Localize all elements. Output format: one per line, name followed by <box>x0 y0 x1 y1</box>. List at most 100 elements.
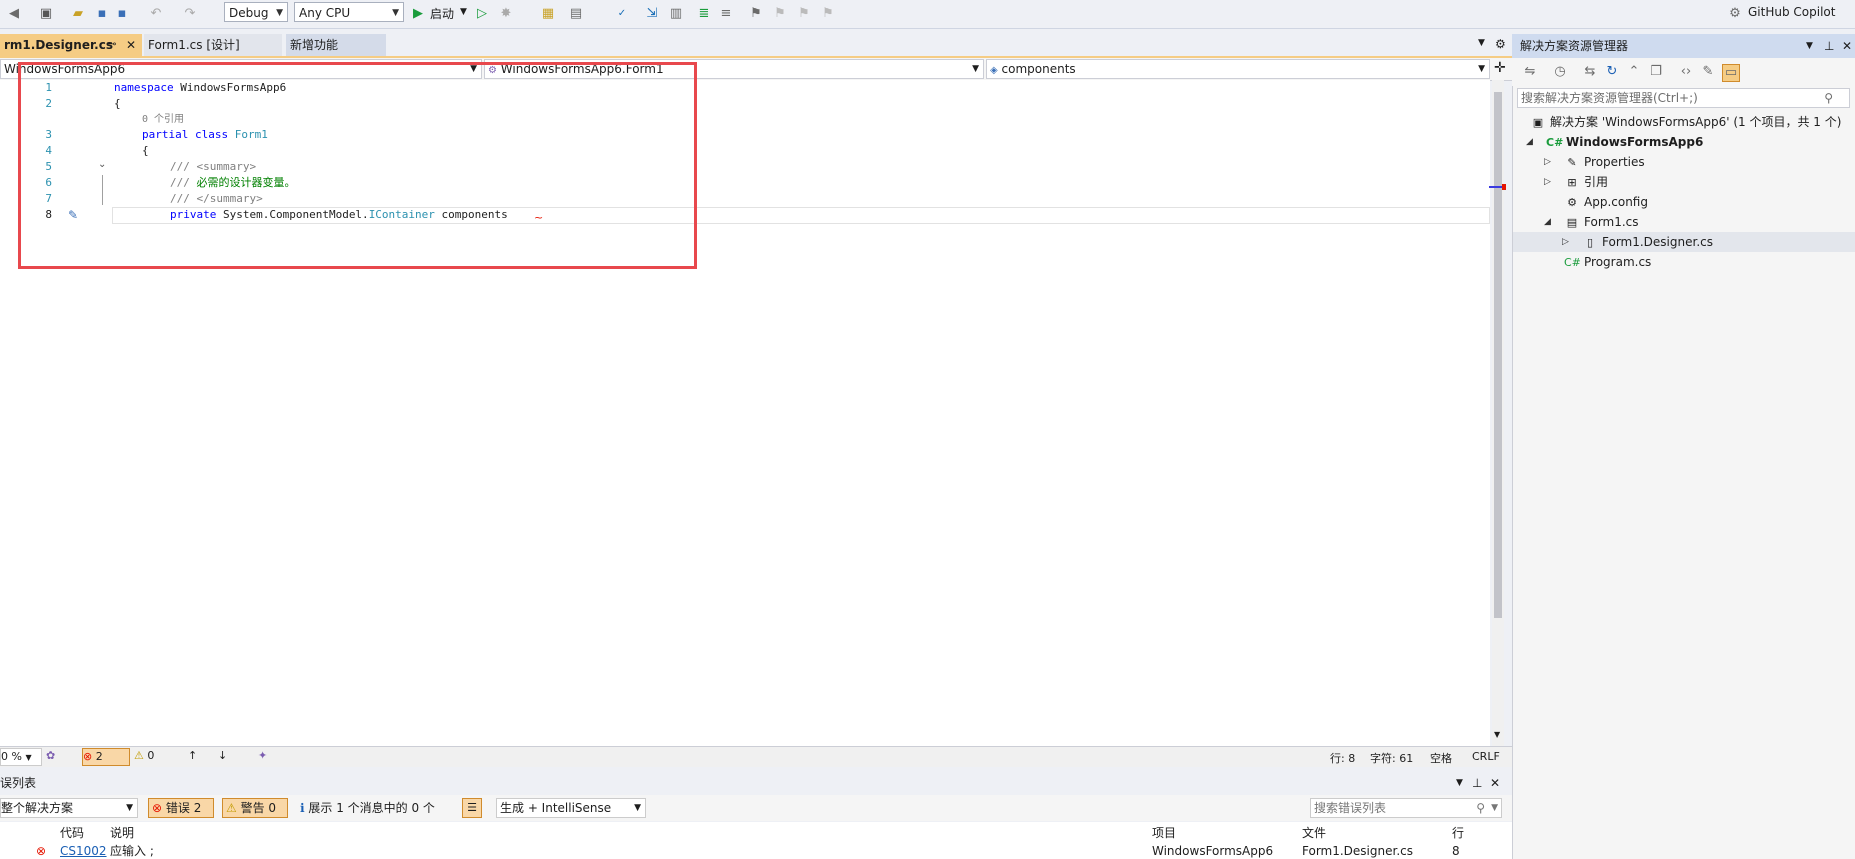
member-dropdown[interactable]: ◈ components ▼ <box>986 59 1490 79</box>
tree-item-solution[interactable]: ▣ 解决方案 'WindowsFormsApp6' (1 个项目，共 1 个) <box>1530 112 1842 132</box>
open-folder-icon[interactable]: ▰ <box>70 6 86 22</box>
back-icon[interactable]: ◀ <box>6 6 22 22</box>
chevron-down-icon[interactable]: ◢ <box>1544 212 1551 232</box>
start-without-debug-icon[interactable]: ▷ <box>474 6 490 22</box>
column-header-desc[interactable]: 说明 <box>110 822 134 844</box>
column-header-file[interactable]: 文件 <box>1302 822 1326 844</box>
table-row[interactable]: ⊗ CS1002 应输入 ; WindowsFormsApp6 Form1.De… <box>0 844 1512 859</box>
messages-filter-button[interactable]: ℹ 展示 1 个消息中的 0 个 <box>300 798 460 818</box>
eol-indicator[interactable]: CRLF <box>1472 750 1500 763</box>
platform-select[interactable]: Any CPU ▼ <box>294 2 404 22</box>
tree-item-form1-designer[interactable]: ▯ Form1.Designer.cs <box>1582 232 1713 252</box>
preview-icon[interactable]: ▭ <box>1722 64 1740 82</box>
search-icon: ⚲ <box>1824 91 1833 105</box>
scrollbar-thumb[interactable] <box>1494 92 1502 618</box>
copilot-button[interactable]: GitHub Copilot <box>1748 5 1835 19</box>
column-header-line[interactable]: 行 <box>1452 822 1464 844</box>
chevron-down-icon[interactable]: ▼ <box>1806 34 1813 58</box>
chevron-right-icon[interactable]: ▷ <box>1544 172 1551 192</box>
next-issue-icon[interactable]: ↓ <box>218 749 227 762</box>
play-icon[interactable]: ▶ <box>410 6 426 22</box>
code-editor[interactable]: 1 2 3 4 5 6 7 8 ⌄ ✎ namespace WindowsFor… <box>0 62 1490 746</box>
whitespace-indicator[interactable]: 空格 <box>1430 750 1452 766</box>
health-icon[interactable]: ✿ <box>46 749 55 762</box>
start-button[interactable]: 启动 <box>430 5 454 22</box>
tab-list-icon[interactable]: ▼ <box>1478 38 1485 48</box>
zoom-select[interactable]: 0 % ▼ <box>0 748 42 766</box>
close-icon[interactable]: ✕ <box>1842 34 1852 58</box>
error-count-badge[interactable]: ⊗ 2 <box>82 748 130 766</box>
pending-changes-icon[interactable]: ◷ <box>1552 64 1568 80</box>
solution-explorer-title: 解决方案资源管理器 <box>1520 39 1629 53</box>
error-code-link[interactable]: CS1002 <box>60 844 107 859</box>
properties-icon[interactable]: ✎ <box>1700 64 1716 80</box>
build-filter-dropdown[interactable]: 生成 + IntelliSense ▼ <box>496 798 646 818</box>
chevron-right-icon[interactable]: ▷ <box>1562 232 1569 252</box>
view-code-icon[interactable]: ‹› <box>1678 64 1694 80</box>
error-list-header: 误列表 ▼ ⊥ ✕ <box>0 772 1512 794</box>
switch-views-icon[interactable]: ⇋ <box>1522 64 1538 80</box>
window-icon[interactable]: ▥ <box>668 6 684 22</box>
tree-item-properties[interactable]: ✎ Properties <box>1564 152 1644 172</box>
chevron-right-icon[interactable]: ▷ <box>1544 152 1551 172</box>
char-indicator[interactable]: 字符: 61 <box>1370 750 1413 766</box>
toolbox-icon[interactable]: ▦ <box>540 6 556 22</box>
warnings-filter-button[interactable]: ⚠ 警告 0 <box>222 798 288 818</box>
code-cleanup-icon[interactable]: ✦ <box>258 749 267 762</box>
solution-explorer-toolbar: ⇋ ◷ ⇆ ↻ ⌃ ❐ ‹› ✎ ▭ <box>1512 58 1855 86</box>
clear-bookmarks-icon[interactable]: ⚑ <box>820 6 836 22</box>
split-icon[interactable]: ✛ <box>1494 60 1506 76</box>
tab-form1-design[interactable]: Form1.cs [设计] <box>144 34 282 56</box>
save-icon[interactable]: ▪ <box>94 6 110 22</box>
hot-reload-icon[interactable]: ✸ <box>498 6 514 22</box>
scroll-down-icon[interactable]: ▼ <box>1494 730 1500 739</box>
close-icon[interactable]: ✕ <box>1490 772 1500 794</box>
tab-whats-new[interactable]: 新增功能 <box>286 34 386 56</box>
bookmark-icon[interactable]: ⚑ <box>748 6 764 22</box>
chevron-down-icon[interactable]: ▼ <box>1456 772 1463 794</box>
tree-item-project[interactable]: C# WindowsFormsApp6 <box>1546 132 1703 152</box>
show-all-files-icon[interactable]: ❐ <box>1648 64 1664 80</box>
pin-icon[interactable]: ⊸ <box>108 34 116 56</box>
chevron-down-icon[interactable]: ◢ <box>1526 132 1533 152</box>
redo-icon[interactable]: ↷ <box>182 6 198 22</box>
filter-icon[interactable]: ☰ <box>462 798 482 818</box>
tab-form1-designer[interactable]: rm1.Designer.cs ⊸ ✕ <box>0 34 142 56</box>
next-bookmark-icon[interactable]: ⚑ <box>796 6 812 22</box>
tree-item-form1[interactable]: ▤ Form1.cs <box>1564 212 1639 232</box>
error-search-input[interactable]: 搜索错误列表 ⚲ ▼ <box>1310 798 1502 818</box>
tree-item-app-config[interactable]: ⚙ App.config <box>1564 192 1648 212</box>
vertical-scrollbar[interactable]: ▼ <box>1489 80 1506 746</box>
main-toolbar: ◀ ▣ ▰ ▪ ▪ ↶ ↷ Debug ▼ Any CPU ▼ ▶ 启动 ▼ ▷ ✸… <box>0 0 1855 29</box>
tree-item-references[interactable]: ⊞ 引用 <box>1564 172 1608 192</box>
copilot-icon[interactable]: ⚙ <box>1727 6 1743 22</box>
save-all-icon[interactable]: ▪ <box>114 6 130 22</box>
config-select[interactable]: Debug ▼ <box>224 2 288 22</box>
previous-issue-icon[interactable]: ↑ <box>188 749 197 762</box>
pin-icon[interactable]: ⊥ <box>1472 772 1482 794</box>
warning-count-badge[interactable]: ⚠ 0 <box>134 749 154 762</box>
close-icon[interactable]: ✕ <box>126 34 136 56</box>
indent-icon[interactable]: ≣ <box>696 6 712 22</box>
new-project-icon[interactable]: ▣ <box>38 6 54 22</box>
tree-item-program[interactable]: C# Program.cs <box>1564 252 1651 272</box>
line-indicator[interactable]: 行: 8 <box>1330 750 1355 766</box>
spell-check-icon[interactable]: ✓ <box>614 6 630 22</box>
layout-icon[interactable]: ▤ <box>568 6 584 22</box>
comment-icon[interactable]: ≡ <box>718 6 734 22</box>
gear-icon[interactable]: ⚙ <box>1495 37 1506 51</box>
prev-bookmark-icon[interactable]: ⚑ <box>772 6 788 22</box>
chevron-down-icon[interactable]: ▼ <box>460 7 467 17</box>
undo-icon[interactable]: ↶ <box>148 6 164 22</box>
column-header-project[interactable]: 项目 <box>1152 822 1176 844</box>
refresh-icon[interactable]: ↻ <box>1604 64 1620 80</box>
solution-search-input[interactable]: 搜索解决方案资源管理器(Ctrl+;) ⚲ <box>1517 88 1850 108</box>
column-header-code[interactable]: 代码 <box>60 822 84 844</box>
errors-filter-button[interactable]: ⊗ 错误 2 <box>148 798 214 818</box>
collapse-all-icon[interactable]: ⌃ <box>1626 64 1642 80</box>
scope-dropdown[interactable]: 整个解决方案 ▼ <box>0 798 138 818</box>
solution-explorer-title-bar: 解决方案资源管理器 ▼ ⊥ ✕ <box>1512 34 1855 58</box>
sync-icon[interactable]: ⇆ <box>1582 64 1598 80</box>
step-icon[interactable]: ⇲ <box>644 6 660 22</box>
pin-icon[interactable]: ⊥ <box>1824 34 1834 58</box>
